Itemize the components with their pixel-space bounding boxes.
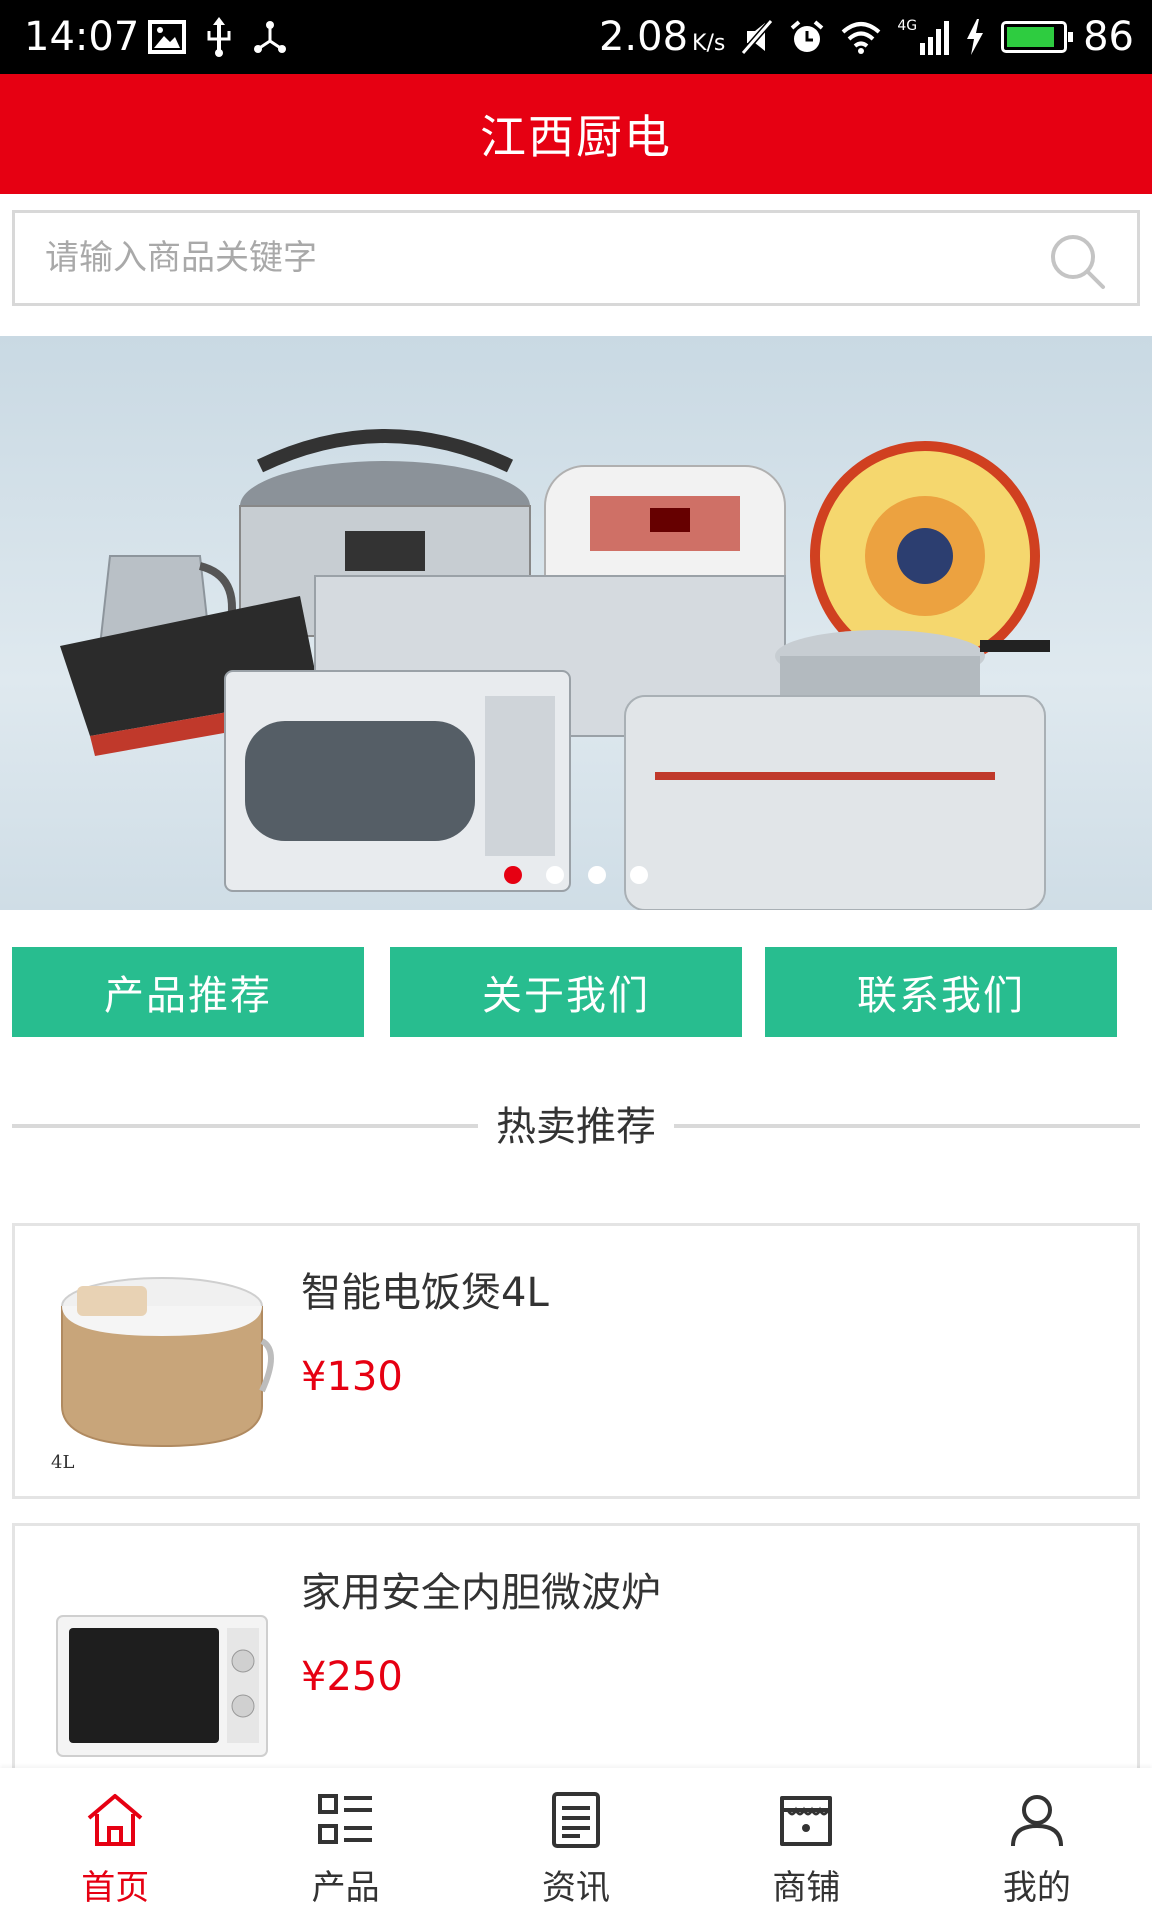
- search-bar[interactable]: [12, 210, 1140, 306]
- nav-label: 我的: [1002, 1868, 1071, 1908]
- bottom-navigation: 首页 产品 资讯 商铺 我的: [0, 1768, 1152, 1920]
- list-icon: [317, 1794, 372, 1844]
- carousel-dot[interactable]: [504, 866, 522, 884]
- product-price: ¥130: [301, 1354, 403, 1400]
- nav-label: 商铺: [772, 1868, 841, 1908]
- news-icon: [552, 1792, 601, 1848]
- about-us-button[interactable]: 关于我们: [390, 947, 742, 1037]
- page-title: 江西厨电: [480, 110, 672, 164]
- status-right: 2.08 K/s 4G 86: [599, 10, 1134, 64]
- user-icon: [1010, 1795, 1063, 1847]
- charging-icon: [967, 19, 984, 55]
- section-header: 热卖推荐: [12, 1090, 1140, 1160]
- product-name[interactable]: 家用安全内胆微波炉: [301, 1560, 661, 1618]
- product-card[interactable]: 家用安全内胆微波炉 ¥250: [12, 1523, 1140, 1799]
- wifi-icon: [842, 22, 881, 54]
- product-card[interactable]: 4L 智能电饭煲4L ¥130: [12, 1223, 1140, 1499]
- nav-label: 资讯: [542, 1868, 611, 1908]
- image-icon: [148, 20, 186, 54]
- nav-label: 产品: [311, 1868, 380, 1908]
- network-speed: 2.08 K/s: [598, 14, 726, 60]
- battery-icon: [1001, 21, 1074, 53]
- section-title: 热卖推荐: [496, 1104, 656, 1150]
- carousel-indicator: [0, 866, 1152, 884]
- carousel-dot[interactable]: [630, 866, 648, 884]
- alarm-icon: [791, 20, 824, 52]
- app-header: 江西厨电: [0, 74, 1152, 194]
- search-input[interactable]: [45, 213, 1005, 303]
- product-image: [37, 1546, 279, 1776]
- home-icon: [87, 1794, 143, 1846]
- contact-us-button[interactable]: 联系我们: [765, 947, 1117, 1037]
- mute-icon: [741, 19, 774, 55]
- signal-4g-icon: 4G: [897, 19, 950, 55]
- nav-item-products[interactable]: 产品: [230, 1768, 460, 1920]
- nav-item-news[interactable]: 资讯: [461, 1768, 691, 1920]
- usb-icon: [207, 17, 231, 57]
- rice-cooker-image: 4L: [51, 1277, 274, 1473]
- status-bar: 14:07 2.08 K/s 4G 86: [0, 0, 1152, 74]
- battery-level: 86: [1083, 14, 1134, 60]
- banner-carousel[interactable]: [0, 336, 1152, 910]
- product-recommend-button[interactable]: 产品推荐: [12, 947, 364, 1037]
- nav-item-home[interactable]: 首页: [0, 1768, 230, 1920]
- nav-item-me[interactable]: 我的: [922, 1768, 1152, 1920]
- product-image-label: 4L: [51, 1452, 74, 1473]
- product-name[interactable]: 智能电饭煲4L: [301, 1260, 549, 1318]
- share-icon: [254, 21, 286, 53]
- search-icon[interactable]: [1047, 231, 1107, 291]
- product-price: ¥250: [301, 1654, 403, 1700]
- status-time: 14:07: [24, 14, 140, 60]
- carousel-dot[interactable]: [546, 866, 564, 884]
- product-image: 4L: [37, 1246, 279, 1476]
- shop-icon: [780, 1796, 833, 1846]
- nav-item-shop[interactable]: 商铺: [691, 1768, 921, 1920]
- microwave-image: [56, 1615, 268, 1757]
- notification-icons: [148, 14, 288, 60]
- banner-image: [60, 429, 1050, 910]
- nav-label: 首页: [81, 1868, 150, 1908]
- carousel-dot[interactable]: [588, 866, 606, 884]
